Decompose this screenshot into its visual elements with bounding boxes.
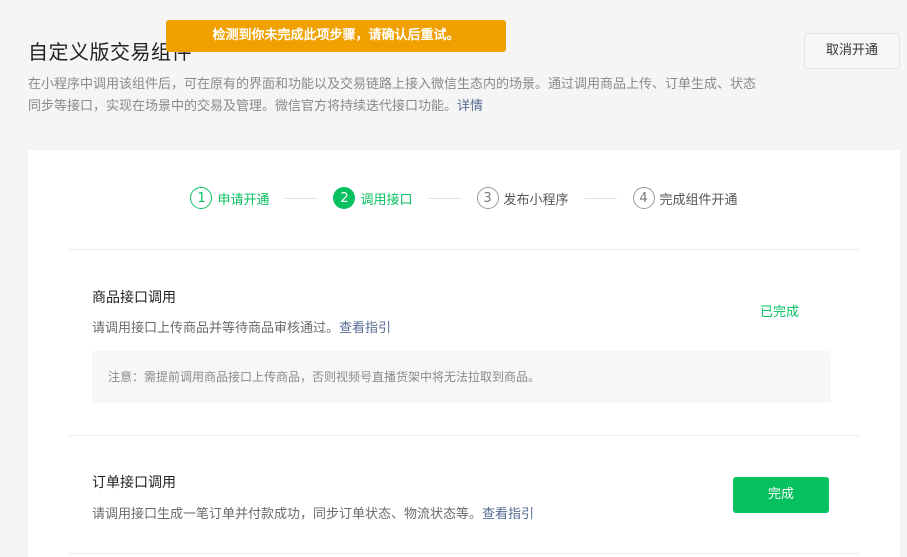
product-status-badge: 已完成 <box>760 305 800 320</box>
divider <box>68 435 860 436</box>
error-toast: 检测到你未完成此项步骤，请确认后重试。 <box>166 20 506 52</box>
page-description: 在小程序中调用该组件后，可在原有的界面和功能以及交易链路上接入微信生态内的场景。… <box>28 74 758 118</box>
step-number: 3 <box>476 187 499 209</box>
step-number: 4 <box>632 187 655 209</box>
product-notice: 注意：需提前调用商品接口上传商品，否则视频号直播货架中将无法拉取到商品。 <box>92 351 831 403</box>
main-card: 1 申请开通 2 调用接口 3 发布小程序 4 完成组件开通 商品接口调用 请调… <box>28 150 900 557</box>
step-label: 调用接口 <box>360 192 413 208</box>
step-label: 发布小程序 <box>503 192 569 208</box>
step-complete: 4 完成组件开通 <box>632 187 738 209</box>
divider <box>68 553 860 554</box>
product-description-text: 请调用接口上传商品并等待商品审核通过。 <box>92 321 340 336</box>
product-guide-link[interactable]: 查看指引 <box>339 321 391 336</box>
step-number: 2 <box>333 187 356 209</box>
step-publish: 3 发布小程序 <box>476 187 569 209</box>
steps-bar: 1 申请开通 2 调用接口 3 发布小程序 4 完成组件开通 <box>28 186 900 210</box>
product-section-description: 请调用接口上传商品并等待商品审核通过。查看指引 <box>92 317 391 336</box>
step-apply: 1 申请开通 <box>190 187 269 209</box>
step-connector <box>285 197 318 199</box>
product-section-title: 商品接口调用 <box>92 290 176 306</box>
step-number: 1 <box>190 187 213 209</box>
order-guide-link[interactable]: 查看指引 <box>482 507 534 522</box>
step-connector <box>584 197 617 199</box>
order-description-text: 请调用接口生成一笔订单并付款成功，同步订单状态、物流状态等。 <box>92 507 483 522</box>
step-call-api: 2 调用接口 <box>333 187 413 209</box>
order-section-title: 订单接口调用 <box>92 475 176 491</box>
finish-button[interactable]: 完成 <box>733 477 829 513</box>
step-label: 完成组件开通 <box>659 192 738 208</box>
step-connector <box>428 197 461 199</box>
detail-link[interactable]: 详情 <box>457 99 483 114</box>
page-description-text: 在小程序中调用该组件后，可在原有的界面和功能以及交易链路上接入微信生态内的场景。… <box>28 77 757 114</box>
step-label: 申请开通 <box>217 192 270 208</box>
cancel-activation-button[interactable]: 取消开通 <box>804 33 900 69</box>
divider <box>68 249 860 250</box>
order-section-description: 请调用接口生成一笔订单并付款成功，同步订单状态、物流状态等。查看指引 <box>92 503 534 522</box>
